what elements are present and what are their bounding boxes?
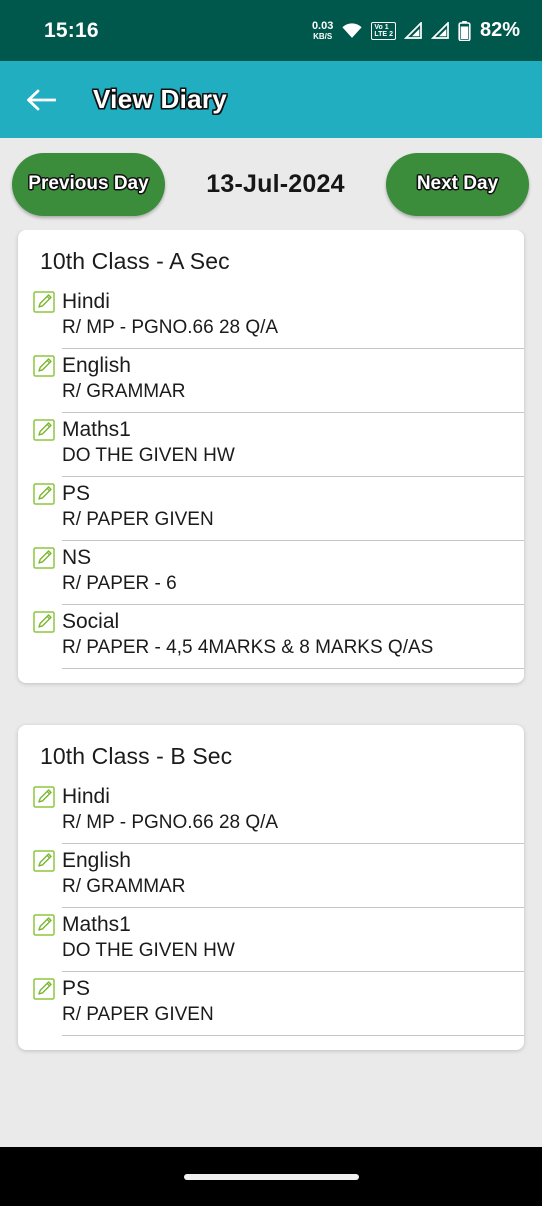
class-card-list: 10th Class - A Sec Hindi R/ MP - PGNO.66 … (0, 230, 542, 1050)
subject-name: Social (62, 610, 120, 633)
diary-scroll-area[interactable]: 10th Class - A Sec Hindi R/ MP - PGNO.66 … (0, 230, 542, 1147)
subject-name: Hindi (62, 290, 110, 313)
volte-sim-bottom: 2 (389, 30, 393, 38)
subject-description: R/ GRAMMAR (62, 876, 186, 897)
network-speed-indicator: 0.03 KB/S (311, 19, 334, 41)
subject-name: PS (62, 977, 91, 1000)
volte-sim-top: 1 (384, 23, 389, 31)
subject-row[interactable]: PS R/ PAPER GIVEN (18, 477, 524, 541)
subject-description: R/ PAPER GIVEN (62, 509, 214, 530)
subject-row-header: PS (18, 482, 524, 506)
signal-bars-icon-sim2 (430, 22, 450, 39)
subject-description: DO THE GIVEN HW (62, 940, 235, 961)
wifi-icon (341, 22, 363, 39)
battery-icon (458, 20, 471, 41)
subject-row-header: English (18, 354, 524, 378)
subject-row[interactable]: Maths1 DO THE GIVEN HW (18, 413, 524, 477)
subject-name: Hindi (62, 785, 110, 808)
edit-pencil-icon[interactable] (33, 547, 55, 569)
class-card: 10th Class - A Sec Hindi R/ MP - PGNO.66 … (18, 230, 524, 683)
subject-row-header: Hindi (18, 290, 524, 314)
subject-row-header: English (18, 849, 524, 873)
edit-pencil-icon[interactable] (33, 786, 55, 808)
signal-bars-icon-sim1 (403, 22, 423, 39)
subject-name: NS (62, 546, 92, 569)
subject-row-header: Hindi (18, 785, 524, 809)
edit-pencil-icon[interactable] (33, 355, 55, 377)
status-bar: 15:16 0.03 KB/S Vo 1 LTE 2 82% (0, 0, 542, 61)
current-date-label: 13-Jul-2024 (206, 169, 345, 198)
subject-row[interactable]: Hindi R/ MP - PGNO.66 28 Q/A (18, 285, 524, 349)
subject-row-header: NS (18, 546, 524, 570)
battery-percent-label: 82% (479, 19, 520, 41)
subject-row[interactable]: English R/ GRAMMAR (18, 844, 524, 908)
class-card-title: 10th Class - A Sec (40, 248, 230, 274)
row-divider (62, 668, 524, 669)
subject-row-header: Maths1 (18, 418, 524, 442)
edit-pencil-icon[interactable] (33, 419, 55, 441)
app-bar: View Diary (0, 61, 542, 138)
subject-row-header: PS (18, 977, 524, 1001)
volte-label-top: Vo (374, 23, 383, 31)
edit-pencil-icon[interactable] (33, 914, 55, 936)
status-icons-group: 0.03 KB/S Vo 1 LTE 2 82% (312, 19, 520, 42)
subject-description: R/ PAPER - 4,5 4MARKS & 8 MARKS Q/AS (62, 637, 434, 658)
subject-name: PS (62, 482, 91, 505)
next-day-button[interactable]: Next Day (386, 152, 529, 216)
subject-name: Maths1 (62, 913, 131, 936)
network-speed-value: 0.03 (311, 19, 334, 32)
volte-label-bottom: LTE (374, 30, 388, 38)
previous-day-button[interactable]: Previous Day (12, 152, 165, 216)
subject-description: R/ PAPER GIVEN (62, 1004, 214, 1025)
page-title: View Diary (93, 84, 228, 114)
class-card: 10th Class - B Sec Hindi R/ MP - PGNO.66 … (18, 725, 524, 1050)
class-card-title: 10th Class - B Sec (40, 743, 233, 769)
network-speed-unit: KB/S (313, 31, 333, 41)
status-clock: 15:16 (44, 18, 99, 42)
back-arrow-icon (26, 88, 56, 112)
row-divider (62, 1035, 524, 1036)
subject-name: Maths1 (62, 418, 131, 441)
subject-row[interactable]: PS R/ PAPER GIVEN (18, 972, 524, 1036)
edit-pencil-icon[interactable] (33, 850, 55, 872)
subject-description: DO THE GIVEN HW (62, 445, 235, 466)
subject-name: English (62, 354, 131, 377)
subject-row[interactable]: NS R/ PAPER - 6 (18, 541, 524, 605)
subject-row[interactable]: Hindi R/ MP - PGNO.66 28 Q/A (18, 780, 524, 844)
edit-pencil-icon[interactable] (33, 978, 55, 1000)
subject-description: R/ MP - PGNO.66 28 Q/A (62, 812, 279, 833)
edit-pencil-icon[interactable] (33, 291, 55, 313)
subject-name: English (62, 849, 131, 872)
subject-row[interactable]: Social R/ PAPER - 4,5 4MARKS & 8 MARKS Q/… (18, 605, 524, 669)
system-navigation-bar (0, 1147, 542, 1206)
phone-screen: 15:16 0.03 KB/S Vo 1 LTE 2 82% View Diar… (0, 0, 542, 1206)
subject-row[interactable]: English R/ GRAMMAR (18, 349, 524, 413)
edit-pencil-icon[interactable] (33, 483, 55, 505)
edit-pencil-icon[interactable] (33, 611, 55, 633)
subject-row-header: Maths1 (18, 913, 524, 937)
volte-icon: Vo 1 LTE 2 (371, 21, 396, 40)
subject-row-header: Social (18, 610, 524, 634)
subject-description: R/ MP - PGNO.66 28 Q/A (62, 317, 279, 338)
subject-row[interactable]: Maths1 DO THE GIVEN HW (18, 908, 524, 972)
home-gesture-pill[interactable] (183, 1173, 359, 1180)
subject-description: R/ GRAMMAR (62, 381, 186, 402)
date-navigation-bar: Previous Day 13-Jul-2024 Next Day (0, 138, 542, 230)
back-button[interactable] (12, 71, 70, 129)
subject-description: R/ PAPER - 6 (62, 573, 177, 594)
